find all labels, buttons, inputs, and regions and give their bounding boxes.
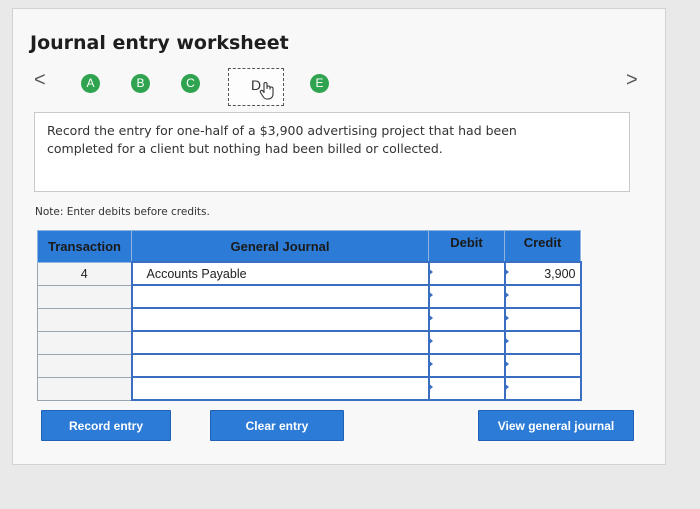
credit-input[interactable] xyxy=(503,307,582,332)
transaction-cell xyxy=(37,376,132,401)
credit-value: 3,900 xyxy=(544,266,576,281)
account-input[interactable] xyxy=(130,330,430,355)
step-d-button[interactable]: D xyxy=(228,68,284,106)
debit-input[interactable] xyxy=(427,261,506,286)
table-row xyxy=(37,307,582,332)
debit-input[interactable] xyxy=(427,284,506,309)
cell-marker-icon xyxy=(503,337,509,345)
credit-input[interactable] xyxy=(503,376,582,401)
cell-marker-icon xyxy=(427,291,433,299)
credit-input[interactable] xyxy=(503,284,582,309)
instruction-text: Record the entry for one-half of a $3,90… xyxy=(47,123,517,156)
transaction-header: Transaction xyxy=(37,230,132,263)
debit-input[interactable] xyxy=(427,376,506,401)
account-input[interactable] xyxy=(130,376,430,401)
page-title: Journal entry worksheet xyxy=(30,32,289,54)
account-input[interactable] xyxy=(130,284,430,309)
cell-marker-icon xyxy=(503,291,509,299)
general-journal-header: General Journal xyxy=(131,230,429,263)
table-row xyxy=(37,330,582,355)
cell-marker-icon xyxy=(503,314,509,322)
cell-marker-icon xyxy=(503,383,509,391)
transaction-cell xyxy=(37,353,132,378)
cell-marker-icon xyxy=(427,383,433,391)
cell-marker-icon xyxy=(427,360,433,368)
account-input[interactable]: Accounts Payable xyxy=(130,261,430,286)
table-row: 4 Accounts Payable 3,900 xyxy=(37,261,582,286)
table-row xyxy=(37,376,582,401)
transaction-cell xyxy=(37,307,132,332)
instruction-box: Record the entry for one-half of a $3,90… xyxy=(34,112,630,192)
cell-marker-icon xyxy=(427,268,433,276)
cell-marker-icon xyxy=(427,337,433,345)
view-general-journal-button[interactable]: View general journal xyxy=(478,410,634,441)
debit-input[interactable] xyxy=(427,307,506,332)
note-text: Note: Enter debits before credits. xyxy=(35,206,210,218)
credit-input[interactable] xyxy=(503,330,582,355)
clear-entry-button[interactable]: Clear entry xyxy=(210,410,344,441)
next-arrow-icon[interactable]: > xyxy=(626,70,638,90)
previous-arrow-icon[interactable]: < xyxy=(34,70,46,90)
journal-table: Transaction General Journal Debit Credit… xyxy=(37,230,582,401)
account-input[interactable] xyxy=(130,307,430,332)
debit-input[interactable] xyxy=(427,353,506,378)
cell-marker-icon xyxy=(427,314,433,322)
account-input[interactable] xyxy=(130,353,430,378)
step-c-button[interactable]: C xyxy=(181,74,200,93)
step-a-button[interactable]: A xyxy=(81,74,100,93)
credit-input[interactable] xyxy=(503,353,582,378)
step-e-button[interactable]: E xyxy=(310,74,329,93)
debit-header: Debit xyxy=(428,230,505,263)
cell-marker-icon xyxy=(503,268,509,276)
table-row xyxy=(37,284,582,309)
record-entry-button[interactable]: Record entry xyxy=(41,410,171,441)
debit-input[interactable] xyxy=(427,330,506,355)
hand-pointer-icon xyxy=(259,82,274,100)
transaction-cell xyxy=(37,330,132,355)
table-row xyxy=(37,353,582,378)
cell-marker-icon xyxy=(503,360,509,368)
step-b-button[interactable]: B xyxy=(131,74,150,93)
transaction-cell: 4 xyxy=(37,261,132,286)
credit-input[interactable]: 3,900 xyxy=(503,261,582,286)
transaction-cell xyxy=(37,284,132,309)
credit-header: Credit xyxy=(504,230,581,263)
